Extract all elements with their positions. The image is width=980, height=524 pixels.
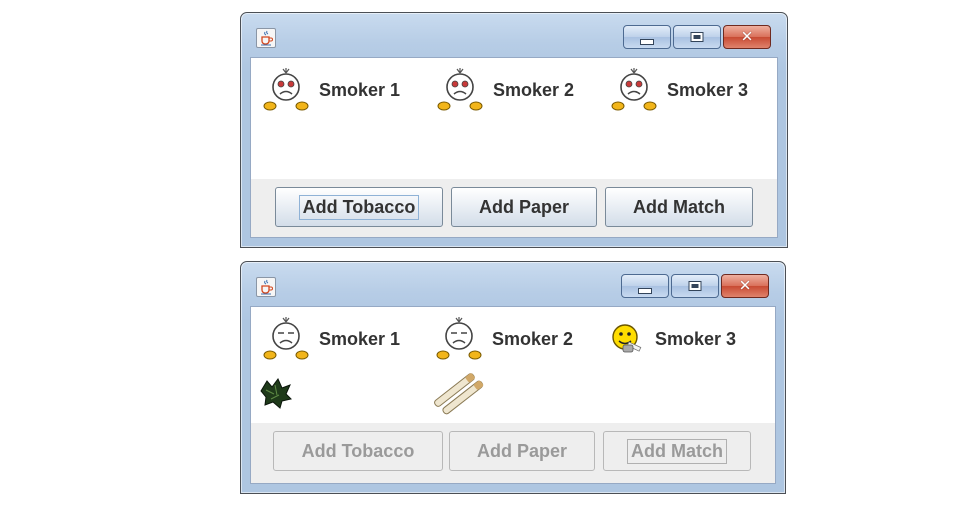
smoker-1: Smoker 1	[263, 68, 400, 112]
smokers-window-2: ✕ Smoker 1 Smoker 2 Smoker 3 Add Tobacco…	[240, 261, 786, 494]
smoker-1: Smoker 1	[263, 317, 400, 361]
close-button[interactable]: ✕	[721, 274, 769, 298]
add-tobacco-button[interactable]: Add Tobacco	[275, 187, 443, 227]
content-pane: Smoker 1 Smoker 2 Smoker 3 Add Tobacco A…	[250, 57, 778, 238]
minimize-button[interactable]	[621, 274, 669, 298]
smoker-label: Smoker 1	[319, 328, 401, 349]
java-cup-icon[interactable]	[256, 277, 276, 297]
smoker-2: Smoker 2	[437, 68, 574, 112]
java-cup-icon[interactable]	[256, 28, 276, 48]
add-match-button[interactable]: Add Match	[605, 187, 753, 227]
close-icon: ✕	[740, 27, 754, 46]
smoker-3: Smoker 3	[611, 68, 748, 112]
smokers-panel: Smoker 1 Smoker 2 Smoker 3	[251, 307, 775, 427]
button-panel: Add Tobacco Add Paper Add Match	[251, 423, 775, 483]
smoker-label: Smoker 2	[493, 79, 575, 100]
sad-smoker-icon	[263, 317, 309, 360]
sad-smoker-icon	[611, 68, 657, 111]
title-bar[interactable]: ✕	[241, 262, 785, 306]
paper-icon	[434, 373, 484, 415]
close-button[interactable]: ✕	[723, 25, 771, 49]
content-pane: Smoker 1 Smoker 2 Smoker 3 Add Tobacco A…	[250, 306, 776, 484]
smoker-label: Smoker 1	[319, 79, 401, 100]
smoking-smiley-icon	[612, 324, 642, 353]
maximize-button[interactable]	[671, 274, 719, 298]
close-icon: ✕	[738, 276, 752, 295]
smoker-label: Smoker 3	[667, 79, 749, 100]
maximize-icon	[690, 32, 704, 42]
smoker-label: Smoker 3	[655, 328, 737, 349]
add-paper-button[interactable]: Add Paper	[451, 187, 597, 227]
smoker-3: Smoker 3	[609, 317, 736, 361]
tobacco-icon	[260, 378, 292, 409]
sad-smoker-icon	[437, 68, 483, 111]
title-bar[interactable]: ✕	[241, 13, 787, 57]
add-match-button[interactable]: Add Match	[603, 431, 751, 471]
minimize-icon	[638, 288, 652, 294]
add-paper-button[interactable]: Add Paper	[449, 431, 595, 471]
minimize-icon	[640, 39, 654, 45]
maximize-icon	[688, 281, 702, 291]
maximize-button[interactable]	[673, 25, 721, 49]
sad-smoker-icon	[263, 68, 309, 111]
button-panel: Add Tobacco Add Paper Add Match	[251, 179, 777, 237]
minimize-button[interactable]	[623, 25, 671, 49]
add-tobacco-button[interactable]: Add Tobacco	[273, 431, 443, 471]
smoker-label: Smoker 2	[492, 328, 574, 349]
sad-smoker-icon	[436, 317, 482, 360]
smokers-panel: Smoker 1 Smoker 2 Smoker 3	[251, 58, 777, 178]
smoker-2: Smoker 2	[436, 317, 573, 361]
smokers-window-1: ✕ Smoker 1 Smoker 2 Smoker 3 Add Tobacco…	[240, 12, 788, 248]
